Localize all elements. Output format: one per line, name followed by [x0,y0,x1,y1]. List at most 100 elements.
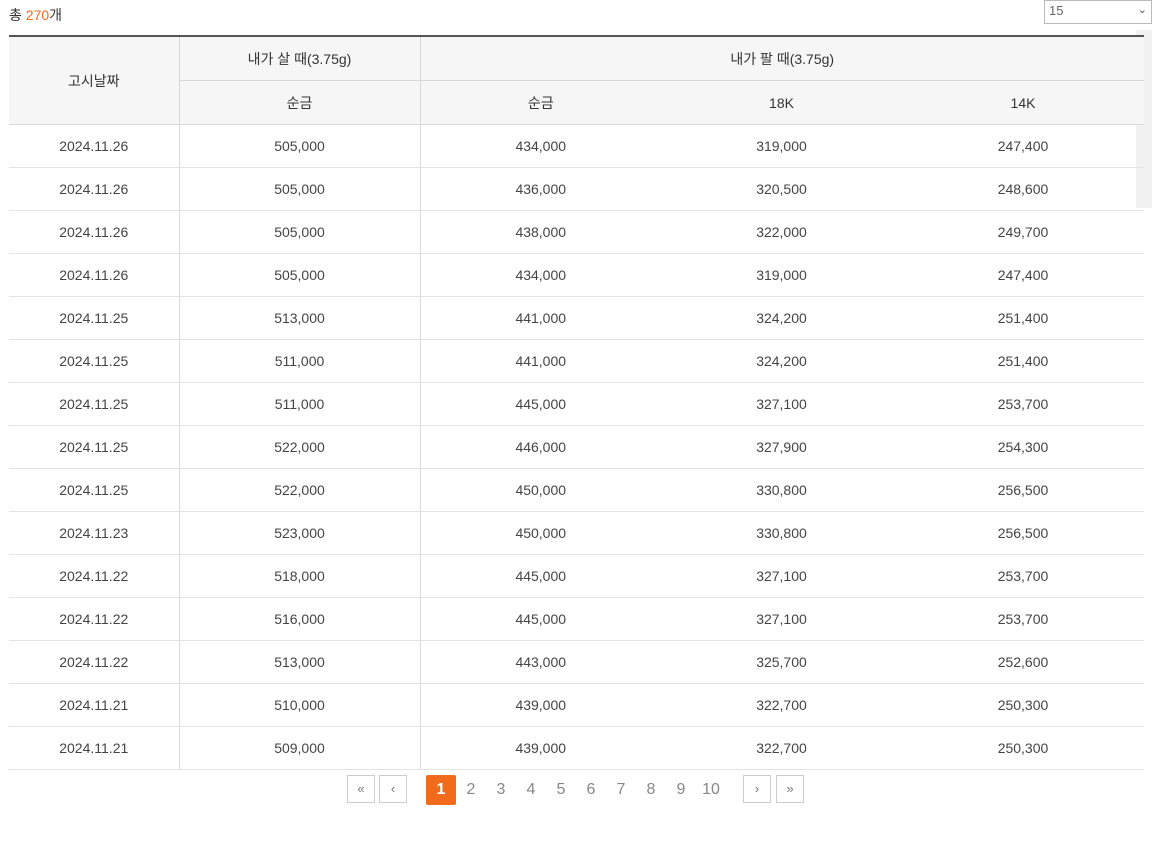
total-suffix: 개 [49,7,63,23]
sell-14k-cell: 256,500 [902,511,1144,555]
sell-pure-gold-header: 순금 [420,80,661,125]
sell-pure-gold-cell: 450,000 [420,511,661,555]
sell-14k-cell: 247,400 [902,253,1144,297]
total-prefix: 총 [9,7,26,23]
buy-pure-gold-cell: 523,000 [179,511,421,555]
page-3-link[interactable]: 3 [486,775,516,805]
sell-18k-cell: 324,200 [661,339,902,383]
sell-14k-cell: 253,700 [902,554,1144,598]
page-10-link[interactable]: 10 [696,775,726,805]
page-6-link[interactable]: 6 [576,775,606,805]
page-4-link[interactable]: 4 [516,775,546,805]
page-9-link[interactable]: 9 [666,775,696,805]
first-page-button[interactable]: « [347,775,375,803]
buy-column-header: 내가 살 때(3.75g) [179,35,421,81]
table-row: 2024.11.22 518,000 445,000 327,100 253,700 [9,554,1144,598]
sell-18k-cell: 319,000 [661,124,902,168]
total-number: 270 [25,7,50,23]
page-2-link[interactable]: 2 [456,775,486,805]
sell-18k-cell: 327,100 [661,597,902,641]
buy-pure-gold-cell: 505,000 [179,253,421,297]
sell-pure-gold-cell: 439,000 [420,683,661,727]
date-cell: 2024.11.22 [9,597,180,641]
sell-pure-gold-cell: 446,000 [420,425,661,469]
table-row: 2024.11.25 513,000 441,000 324,200 251,400 [9,296,1144,340]
table-row: 2024.11.26 505,000 434,000 319,000 247,400 [9,253,1144,297]
buy-pure-gold-header: 순금 [179,80,421,125]
page-8-link[interactable]: 8 [636,775,666,805]
buy-pure-gold-cell: 511,000 [179,382,421,426]
date-column-header: 고시날짜 [9,35,180,125]
table-row: 2024.11.23 523,000 450,000 330,800 256,500 [9,511,1144,555]
date-cell: 2024.11.26 [9,124,180,168]
table-row: 2024.11.22 516,000 445,000 327,100 253,700 [9,597,1144,641]
sell-18k-cell: 322,700 [661,726,902,770]
buy-pure-gold-cell: 513,000 [179,640,421,684]
sell-pure-gold-cell: 441,000 [420,296,661,340]
sell-18k-cell: 327,900 [661,425,902,469]
sell-18k-cell: 327,100 [661,382,902,426]
page-size-value: 15 [1049,3,1064,18]
buy-pure-gold-cell: 505,000 [179,167,421,211]
buy-pure-gold-cell: 516,000 [179,597,421,641]
date-cell: 2024.11.25 [9,339,180,383]
sell-14k-cell: 253,700 [902,382,1144,426]
date-cell: 2024.11.25 [9,468,180,512]
sell-14k-cell: 250,300 [902,683,1144,727]
sell-pure-gold-cell: 441,000 [420,339,661,383]
sell-14k-cell: 252,600 [902,640,1144,684]
sell-14k-cell: 248,600 [902,167,1144,211]
date-cell: 2024.11.22 [9,640,180,684]
buy-pure-gold-cell: 505,000 [179,124,421,168]
sell-pure-gold-cell: 445,000 [420,597,661,641]
page-7-link[interactable]: 7 [606,775,636,805]
sell-18k-cell: 320,500 [661,167,902,211]
date-cell: 2024.11.25 [9,296,180,340]
sell-14k-header: 14K [902,80,1144,125]
buy-pure-gold-cell: 513,000 [179,296,421,340]
sell-14k-cell: 254,300 [902,425,1144,469]
sell-18k-header: 18K [661,80,902,125]
date-cell: 2024.11.25 [9,382,180,426]
date-cell: 2024.11.23 [9,511,180,555]
table-row: 2024.11.26 505,000 438,000 322,000 249,700 [9,210,1144,254]
sell-pure-gold-cell: 439,000 [420,726,661,770]
next-page-button[interactable]: › [743,775,771,803]
prev-page-button[interactable]: ‹ [379,775,407,803]
table-row: 2024.11.25 522,000 446,000 327,900 254,300 [9,425,1144,469]
sell-column-header: 내가 팔 때(3.75g) [420,35,1144,81]
date-cell: 2024.11.26 [9,210,180,254]
sell-pure-gold-cell: 443,000 [420,640,661,684]
sell-18k-cell: 330,800 [661,468,902,512]
gold-price-table: 고시날짜 내가 살 때(3.75g) 내가 팔 때(3.75g) 순금 순금 1… [9,35,1144,770]
sell-14k-cell: 251,400 [902,339,1144,383]
last-page-button[interactable]: » [776,775,804,803]
table-row: 2024.11.21 510,000 439,000 322,700 250,300 [9,683,1144,727]
sell-14k-cell: 253,700 [902,597,1144,641]
sell-18k-cell: 325,700 [661,640,902,684]
sell-18k-cell: 324,200 [661,296,902,340]
buy-pure-gold-cell: 522,000 [179,425,421,469]
sell-pure-gold-cell: 445,000 [420,382,661,426]
sell-pure-gold-cell: 438,000 [420,210,661,254]
date-cell: 2024.11.22 [9,554,180,598]
page-1-link[interactable]: 1 [426,775,456,805]
table-row: 2024.11.21 509,000 439,000 322,700 250,300 [9,726,1144,770]
sell-14k-cell: 247,400 [902,124,1144,168]
date-cell: 2024.11.21 [9,683,180,727]
table-row: 2024.11.25 511,000 445,000 327,100 253,700 [9,382,1144,426]
page-5-link[interactable]: 5 [546,775,576,805]
buy-pure-gold-cell: 510,000 [179,683,421,727]
date-cell: 2024.11.26 [9,167,180,211]
sell-14k-cell: 251,400 [902,296,1144,340]
sell-18k-cell: 330,800 [661,511,902,555]
table-row: 2024.11.26 505,000 434,000 319,000 247,400 [9,124,1144,168]
buy-pure-gold-cell: 505,000 [179,210,421,254]
date-cell: 2024.11.21 [9,726,180,770]
sell-pure-gold-cell: 445,000 [420,554,661,598]
page-size-select[interactable]: 15 ⌄ [1044,0,1152,24]
total-count: 총 270개 [9,5,62,25]
sell-14k-cell: 250,300 [902,726,1144,770]
buy-pure-gold-cell: 509,000 [179,726,421,770]
buy-pure-gold-cell: 522,000 [179,468,421,512]
